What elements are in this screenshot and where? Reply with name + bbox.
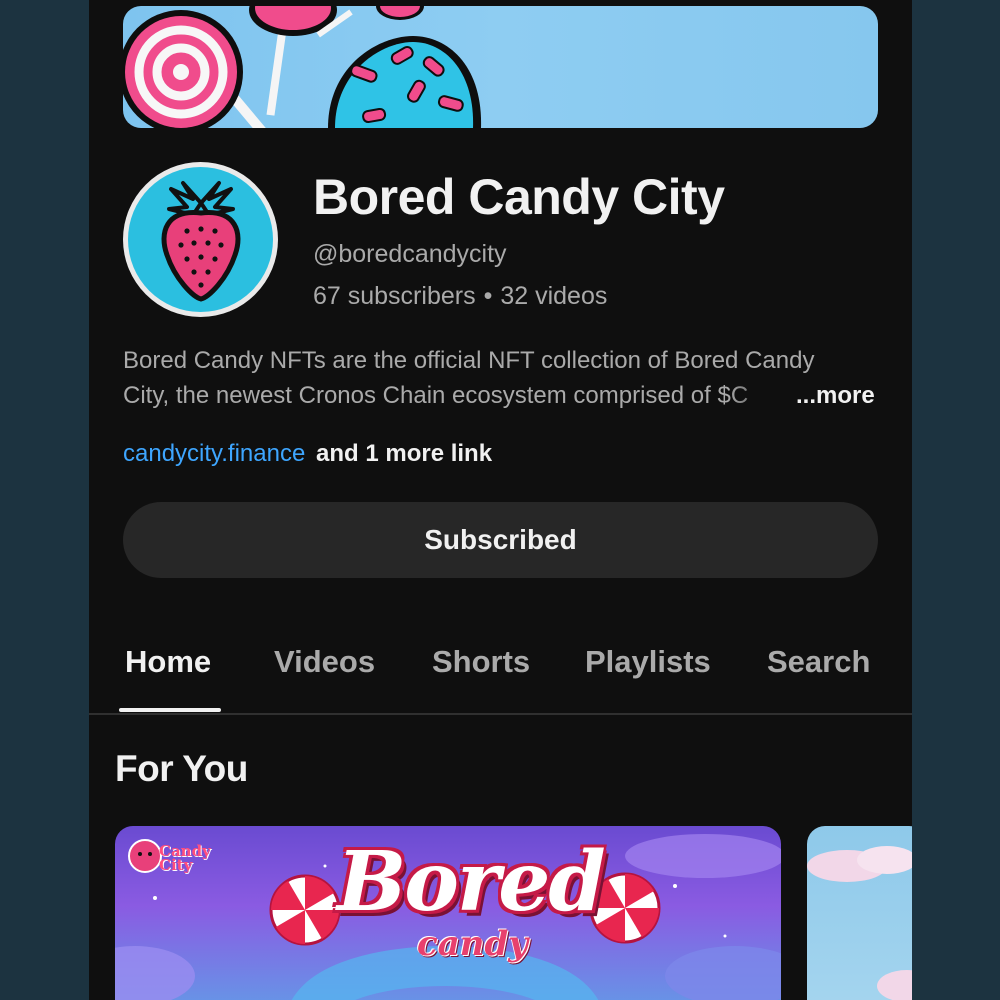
tab-shorts[interactable]: Shorts	[432, 644, 530, 680]
channel-stats: 67 subscribers • 32 videos	[313, 282, 607, 311]
description-line-2: City, the newest Cronos Chain ecosystem …	[123, 378, 798, 413]
channel-avatar[interactable]	[123, 162, 278, 317]
thumbnail-logo-line2: City	[159, 856, 193, 874]
description-line-2-text: City, the newest Cronos Chain ecosystem …	[123, 382, 749, 409]
subscriber-count: 67 subscribers	[313, 282, 476, 310]
channel-tabs: Home Videos Shorts Playlists Search	[89, 620, 912, 715]
thumbnail-logo: Candy City	[159, 844, 211, 874]
thumbnail-subtitle: candy	[417, 924, 528, 964]
subscribed-button[interactable]: Subscribed	[123, 502, 878, 578]
video-count: 32 videos	[500, 282, 608, 310]
active-tab-indicator	[119, 708, 221, 712]
channel-description[interactable]: Bored Candy NFTs are the official NFT co…	[123, 343, 883, 413]
video-thumbnail[interactable]: Candy City Bored candy	[115, 826, 781, 1000]
channel-banner	[123, 6, 878, 128]
strawberry-icon	[128, 167, 273, 312]
description-fade	[728, 378, 798, 413]
section-title: For You	[115, 748, 248, 789]
description-line-1: Bored Candy NFTs are the official NFT co…	[123, 347, 815, 374]
channel-page: Bored Candy City @boredcandycity 67 subs…	[89, 0, 912, 1000]
more-links-button[interactable]: and 1 more link	[316, 440, 492, 467]
tab-videos[interactable]: Videos	[274, 644, 375, 680]
thumbnail-title: Bored	[337, 834, 606, 930]
channel-name: Bored Candy City	[313, 169, 725, 225]
channel-links: candycity.finance and 1 more link	[123, 440, 492, 468]
tab-search[interactable]: Search	[767, 644, 870, 680]
stats-separator: •	[483, 282, 493, 310]
more-button[interactable]: ...more	[796, 378, 875, 413]
tab-playlists[interactable]: Playlists	[585, 644, 711, 680]
channel-handle: @boredcandycity	[313, 240, 507, 268]
video-thumbnail-next[interactable]	[807, 826, 912, 1000]
tab-home[interactable]: Home	[125, 644, 211, 680]
channel-link[interactable]: candycity.finance	[123, 440, 305, 467]
